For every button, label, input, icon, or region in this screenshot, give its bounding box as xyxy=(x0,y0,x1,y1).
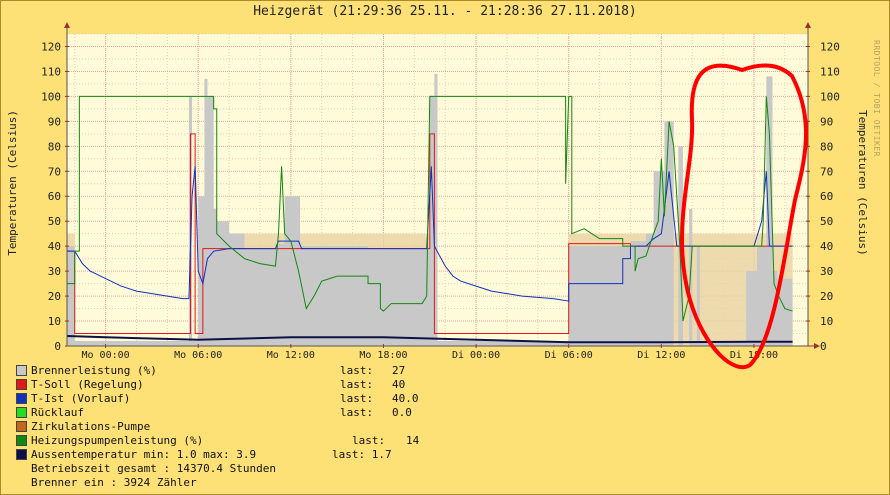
y-tick-label-left: 60 xyxy=(48,190,61,203)
legend-label-soll: T-Soll (Regelung) xyxy=(31,378,144,391)
legend-swatch-aussen xyxy=(16,448,27,460)
legend-label-pumpe: Heizungspumpenleistung (%) xyxy=(31,434,204,447)
legend-label-ruecklauf: Rücklauf xyxy=(31,406,84,419)
y-tick-label-left: 40 xyxy=(48,240,61,253)
legend-swatch-zirkulation xyxy=(16,420,27,432)
legend-last-value-brenner: 27 xyxy=(392,364,406,377)
x-tick-label: Mo 18:00 xyxy=(359,350,407,361)
legend-label-ist: T-Ist (Vorlauf) xyxy=(31,392,131,405)
legend-row-zirkulation: Zirkulations-Pumpe xyxy=(16,420,276,434)
y-tick-label-right: 50 xyxy=(820,215,833,228)
y-axis-arrow-right xyxy=(805,22,811,28)
y-tick-label-left: 80 xyxy=(48,140,61,153)
y-tick-label-right: 110 xyxy=(820,65,840,78)
y-tick-label-right: 20 xyxy=(820,290,833,303)
legend-swatch-ist xyxy=(16,392,27,404)
x-tick-label: Di 06:00 xyxy=(545,350,593,361)
legend-row-brenner: Brennerleistung (%) last: 27 xyxy=(16,364,405,378)
legend-row-ruecklauf: Rücklauf last: 0.0 xyxy=(16,406,412,420)
legend-last-label-soll: last: xyxy=(340,378,374,391)
legend-label-aussen: Aussentemperatur min: 1.0 max: 3.9 xyxy=(31,448,257,461)
y-tick-label-right: 40 xyxy=(820,240,833,253)
legend-swatch-ruecklauf xyxy=(16,406,27,418)
y-tick-label-left: 110 xyxy=(41,65,61,78)
brenner-ein-line: Brenner ein : 3924 Zähler xyxy=(31,476,197,489)
x-tick-label: Mo 06:00 xyxy=(174,350,222,361)
legend-last-value-ist: 40.0 xyxy=(392,392,419,405)
legend-row-soll: T-Soll (Regelung) last: 40 xyxy=(16,378,405,392)
y-tick-label-right: 100 xyxy=(820,90,840,103)
legend: Brennerleistung (%) last: 27 T-Soll (Rege… xyxy=(16,364,419,490)
legend-row-aussen: Aussentemperatur min: 1.0 max: 3.9 last:… xyxy=(16,448,392,462)
y-tick-label-right: 30 xyxy=(820,265,833,278)
y-tick-label-right: 0 xyxy=(820,340,827,353)
y-tick-label-right: 80 xyxy=(820,140,833,153)
legend-swatch-brenner xyxy=(16,364,27,376)
betriebszeit-line: Betriebszeit gesamt : 14370.4 Stunden xyxy=(31,462,277,475)
y-tick-label-right: 10 xyxy=(820,315,833,328)
legend-last-aussen: last: 1.7 xyxy=(332,448,392,461)
legend-last-label-ruecklauf: last: xyxy=(340,406,374,419)
legend-last-label-ist: last: xyxy=(340,392,374,405)
legend-swatch-pumpe xyxy=(16,434,27,446)
x-tick-label: Di 00:00 xyxy=(452,350,500,361)
legend-swatch-soll xyxy=(16,378,27,390)
y-axis-arrow-left xyxy=(64,22,70,28)
legend-last-value-soll: 40 xyxy=(392,378,406,391)
y-tick-label-right: 70 xyxy=(820,165,833,178)
x-tick-label: Mo 12:00 xyxy=(267,350,315,361)
legend-row-ist: T-Ist (Vorlauf) last: 40.0 xyxy=(16,392,419,406)
legend-label-zirkulation: Zirkulations-Pumpe xyxy=(31,420,151,433)
y-tick-label-left: 50 xyxy=(48,215,61,228)
y-tick-label-left: 10 xyxy=(48,315,61,328)
y-tick-label-left: 90 xyxy=(48,115,61,128)
x-tick-label: Mo 00:00 xyxy=(82,350,130,361)
y-tick-label-right: 90 xyxy=(820,115,833,128)
legend-row-pumpe: Heizungspumpenleistung (%) last: 14 xyxy=(16,434,419,448)
legend-last-value-pumpe: 14 xyxy=(406,434,420,447)
x-tick-label: Di 12:00 xyxy=(637,350,685,361)
legend-last-label-pumpe: last: xyxy=(352,434,386,447)
y-tick-label-right: 120 xyxy=(820,40,840,53)
y-tick-label-left: 30 xyxy=(48,265,61,278)
y-tick-label-left: 20 xyxy=(48,290,61,303)
legend-last-value-ruecklauf: 0.0 xyxy=(392,406,412,419)
y-tick-label-right: 60 xyxy=(820,190,833,203)
y-tick-label-left: 70 xyxy=(48,165,61,178)
y-tick-label-left: 0 xyxy=(54,340,61,353)
legend-last-label-brenner: last: xyxy=(340,364,374,377)
y-tick-label-left: 120 xyxy=(41,40,61,53)
legend-label-brenner: Brennerleistung (%) xyxy=(31,364,157,377)
y-tick-label-left: 100 xyxy=(41,90,61,103)
